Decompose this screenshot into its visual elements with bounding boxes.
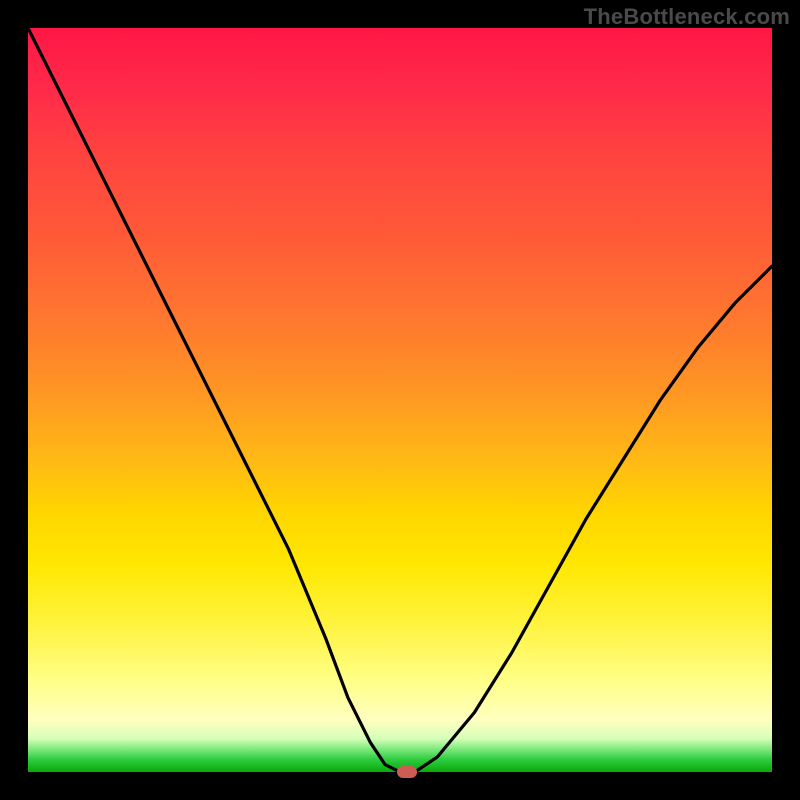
bottleneck-curve: [28, 28, 772, 772]
optimal-marker: [397, 766, 417, 778]
plot-area: [28, 28, 772, 772]
watermark-text: TheBottleneck.com: [584, 4, 790, 30]
curve-path: [28, 28, 772, 772]
chart-frame: TheBottleneck.com: [0, 0, 800, 800]
